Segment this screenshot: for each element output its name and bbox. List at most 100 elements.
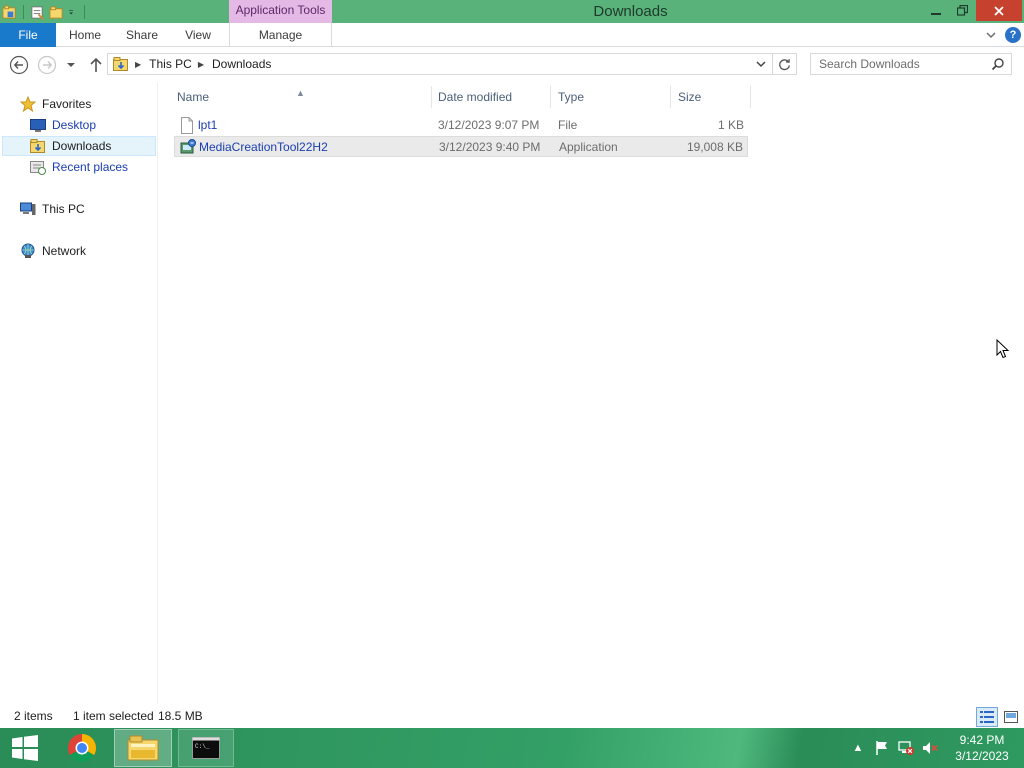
details-view-button[interactable] — [976, 707, 998, 727]
tab-share[interactable]: Share — [117, 23, 167, 47]
start-button[interactable] — [4, 729, 46, 767]
command-prompt-icon: C:\_ — [192, 737, 220, 759]
nav-item-this-pc[interactable]: This PC — [20, 199, 85, 219]
column-header-label: Name — [177, 90, 210, 104]
nav-item-label: This PC — [42, 202, 85, 216]
address-history-chevron-icon[interactable] — [754, 57, 768, 71]
chevron-down-icon — [67, 63, 75, 67]
file-name: MediaCreationTool22H2 — [199, 140, 328, 154]
file-name: lpt1 — [198, 118, 218, 132]
breadcrumb-separator-icon[interactable]: ▶ — [198, 60, 204, 69]
customize-toolbar-chevron-icon[interactable] — [68, 5, 78, 20]
close-button[interactable] — [976, 0, 1022, 21]
forward-button[interactable] — [36, 54, 58, 76]
application-tools-header: Application Tools — [229, 0, 332, 23]
nav-item-label: Favorites — [42, 97, 92, 111]
close-icon — [994, 5, 1004, 16]
nav-item-favorites[interactable]: Favorites — [20, 94, 91, 114]
tab-manage[interactable]: Manage — [229, 23, 332, 47]
downloads-folder-icon — [113, 57, 128, 71]
breadcrumb-downloads[interactable]: Downloads — [212, 57, 271, 71]
title-bar: Application Tools Downloads — [0, 0, 1024, 23]
nav-item-downloads[interactable]: Downloads — [2, 136, 156, 156]
address-bar[interactable]: ▶ This PC ▶ Downloads — [107, 53, 773, 75]
expand-ribbon-chevron-icon[interactable] — [984, 28, 998, 42]
toolbar-separator — [84, 5, 85, 19]
svg-text:C:\_: C:\_ — [195, 743, 210, 750]
show-hidden-icons-chevron-icon[interactable]: ▲ — [850, 740, 866, 756]
back-arrow-icon — [9, 55, 29, 75]
downloads-folder-icon — [30, 139, 45, 153]
nav-item-label: Downloads — [52, 139, 112, 153]
tab-file[interactable]: File — [0, 23, 56, 47]
column-headers: Name ▲ Date modified Type Size — [172, 86, 752, 108]
status-selected-count: 1 item selected — [73, 709, 154, 723]
help-icon[interactable]: ? — [1005, 27, 1021, 43]
toolbar-separator — [23, 5, 24, 19]
system-tray: ▲ — [850, 728, 938, 768]
nav-item-desktop[interactable]: Desktop — [30, 115, 96, 135]
explorer-window-icon[interactable] — [2, 4, 17, 20]
search-box[interactable] — [810, 53, 1012, 75]
network-disconnected-icon[interactable] — [898, 740, 914, 756]
file-type: Application — [559, 140, 618, 154]
nav-item-label: Desktop — [52, 118, 97, 132]
properties-icon[interactable] — [30, 5, 45, 20]
window-title: Downloads — [593, 3, 668, 20]
column-header-date[interactable]: Date modified — [433, 86, 551, 108]
taskbar-chrome-button[interactable] — [60, 729, 104, 767]
recent-locations-button[interactable] — [62, 54, 80, 76]
quick-access-toolbar — [2, 3, 87, 21]
status-selected-size: 18.5 MB — [158, 709, 203, 723]
file-size: 19,008 KB — [686, 140, 743, 154]
mouse-cursor-icon — [996, 339, 1010, 359]
computer-icon — [20, 202, 36, 215]
search-input[interactable] — [811, 54, 981, 74]
star-icon — [20, 96, 36, 112]
navigation-pane: Favorites Desktop Downloads Recent place… — [0, 82, 158, 704]
up-button[interactable] — [85, 54, 107, 76]
column-header-size[interactable]: Size — [673, 86, 751, 108]
clock-time: 9:42 PM — [959, 733, 1005, 747]
refresh-icon — [779, 58, 790, 70]
navigation-bar: ▶ This PC ▶ Downloads — [0, 48, 1024, 80]
breadcrumb-separator-icon[interactable]: ▶ — [135, 60, 141, 69]
large-icons-view-icon — [1004, 711, 1018, 723]
file-row-selected[interactable]: MediaCreationTool22H2 3/12/2023 9:40 PM … — [174, 136, 748, 157]
ribbon-tab-bar: File Home Share View Manage ? — [0, 23, 1024, 47]
column-header-name[interactable]: Name ▲ — [172, 86, 432, 108]
nav-item-recent-places[interactable]: Recent places — [30, 157, 128, 177]
breadcrumb-this-pc[interactable]: This PC — [149, 57, 192, 71]
tab-home[interactable]: Home — [60, 23, 110, 47]
nav-item-network[interactable]: Network — [20, 241, 86, 261]
file-row[interactable]: lpt1 3/12/2023 9:07 PM File 1 KB — [174, 115, 748, 136]
sort-ascending-icon: ▲ — [296, 88, 305, 98]
taskbar-clock[interactable]: 9:42 PM 3/12/2023 — [944, 732, 1020, 764]
search-icon[interactable] — [991, 57, 1005, 71]
restore-button[interactable] — [947, 0, 977, 21]
file-explorer-icon — [127, 735, 159, 761]
desktop-icon — [30, 119, 46, 132]
taskbar-file-explorer-button[interactable] — [114, 729, 172, 767]
file-size: 1 KB — [717, 118, 744, 132]
status-bar: 2 items 1 item selected 18.5 MB — [0, 705, 1024, 728]
tab-view[interactable]: View — [174, 23, 222, 47]
action-center-flag-icon[interactable] — [874, 740, 890, 756]
minimize-icon — [931, 12, 941, 15]
file-date-modified: 3/12/2023 9:07 PM — [438, 118, 540, 132]
clock-date: 3/12/2023 — [955, 749, 1009, 763]
blank-file-icon — [181, 117, 193, 134]
network-icon — [21, 243, 35, 258]
volume-muted-icon[interactable] — [922, 740, 938, 756]
file-date-modified: 3/12/2023 9:40 PM — [439, 140, 541, 154]
back-button[interactable] — [8, 54, 30, 76]
nav-item-label: Recent places — [52, 160, 129, 174]
refresh-button[interactable] — [773, 53, 797, 75]
column-header-type[interactable]: Type — [553, 86, 671, 108]
chrome-icon — [68, 734, 96, 762]
large-icons-view-button[interactable] — [1000, 707, 1022, 727]
restore-icon — [956, 5, 968, 16]
new-folder-icon[interactable] — [49, 5, 64, 20]
taskbar-command-prompt-button[interactable]: C:\_ — [178, 729, 234, 767]
forward-arrow-icon — [37, 55, 57, 75]
